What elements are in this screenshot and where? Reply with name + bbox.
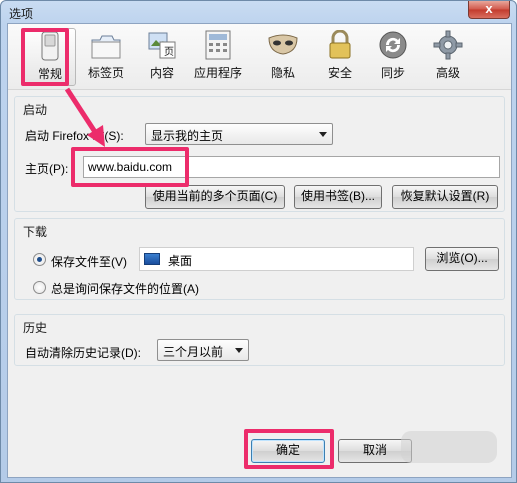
lock-icon [329,30,351,59]
downloads-group: 下载 保存文件至(V) 桌面 浏览(O)... 总是询问保存文件的位置(A) [14,218,505,300]
tab-sync-label: 同步 [380,66,405,80]
title-bar[interactable]: 选项 x [1,1,516,23]
startup-title: 启动 [23,103,48,117]
mask-icon [268,34,298,55]
tab-tabs-label: 标签页 [87,66,124,80]
history-title: 历史 [23,321,48,335]
close-button[interactable]: x [468,1,510,19]
save-folder-field: 桌面 [139,247,414,271]
switch-icon [41,31,59,61]
watermark [401,431,497,463]
startup-when-select[interactable]: 显示我的主页 [145,123,333,145]
startup-when-value: 显示我的主页 [151,129,224,143]
ok-button[interactable]: 确定 [251,439,325,463]
tab-advanced-label: 高级 [435,66,460,80]
applications-icon [205,30,231,60]
tab-general-label: 常规 [37,67,62,81]
tab-tabs[interactable]: 标签页 [80,28,132,86]
always-ask-label: 总是询问保存文件的位置(A) [51,282,199,296]
history-clear-select[interactable]: 三个月以前 [157,339,249,361]
save-to-radio[interactable] [33,253,46,266]
chevron-down-icon [319,132,327,137]
use-bookmark-button[interactable]: 使用书签(B)... [294,185,382,209]
browse-button[interactable]: 浏览(O)... [425,247,499,271]
history-clear-label: 自动清除历史记录(D): [25,346,141,360]
svg-text:页: 页 [164,46,174,58]
startup-group: 启动 启动 Firefox 时(S): 显示我的主页 主页(P): www.ba… [14,96,505,212]
tab-content-label: 内容 [149,66,174,80]
homepage-label: 主页(P): [25,162,69,176]
tab-privacy-label: 隐私 [270,66,295,80]
desktop-icon [144,253,160,265]
dialog-body: 常规 标签页 页 内容 应用程序 隐私 安全 同步 高级 启动 启动 Firef… [7,23,512,478]
window-title: 选项 [9,7,34,21]
tab-applications[interactable]: 应用程序 [192,28,244,86]
tab-general[interactable]: 常规 [24,28,76,86]
tab-security[interactable]: 安全 [314,28,366,86]
options-window: 选项 x 常规 标签页 页 内容 应用程序 隐私 安全 同步 高级 启动 启动 … [0,0,517,483]
tab-content[interactable]: 页 内容 [136,28,188,86]
save-folder-value: 桌面 [168,254,193,268]
tab-privacy[interactable]: 隐私 [257,28,309,86]
history-group: 历史 自动清除历史记录(D): 三个月以前 [14,314,505,366]
restore-default-button[interactable]: 恢复默认设置(R) [392,185,498,209]
homepage-input[interactable]: www.baidu.com [83,156,500,178]
startup-when-label: 启动 Firefox 时(S): [25,129,124,143]
downloads-title: 下载 [23,225,48,239]
always-ask-radio[interactable] [33,281,46,294]
tabs-icon [91,35,121,59]
gear-icon [433,30,463,60]
tab-security-label: 安全 [327,66,352,80]
save-to-label: 保存文件至(V) [51,255,127,269]
sync-icon [379,31,407,59]
history-clear-value: 三个月以前 [163,345,224,359]
content-icon: 页 [148,32,176,59]
tab-applications-label: 应用程序 [193,66,242,80]
use-current-pages-button[interactable]: 使用当前的多个页面(C) [145,185,285,209]
tab-advanced[interactable]: 高级 [422,28,474,86]
tab-sync[interactable]: 同步 [367,28,419,86]
chevron-down-icon [235,348,243,353]
options-toolbar: 常规 标签页 页 内容 应用程序 隐私 安全 同步 高级 [8,24,511,90]
